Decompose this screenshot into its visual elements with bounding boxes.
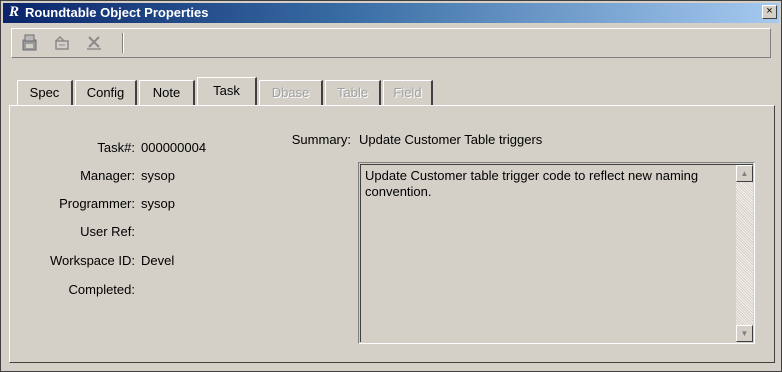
- manager-label: Manager:: [80, 168, 135, 183]
- toolbar: [11, 28, 771, 58]
- workspace-id-label: Workspace ID:: [49, 253, 135, 268]
- properties-window: R Roundtable Object Properties × Spec Co…: [0, 0, 782, 372]
- save-icon: [22, 34, 37, 51]
- tab-spec[interactable]: Spec: [17, 80, 73, 105]
- undo-icon: [55, 35, 69, 50]
- undo-button[interactable]: [52, 33, 72, 53]
- tab-dbase[interactable]: Dbase: [259, 80, 323, 105]
- vertical-scrollbar[interactable]: ▲ ▼: [736, 165, 753, 342]
- task-description-textarea[interactable]: Update Customer table trigger code to re…: [358, 162, 755, 344]
- scroll-down-button[interactable]: ▼: [736, 325, 753, 342]
- task-description-text: Update Customer table trigger code to re…: [365, 168, 699, 199]
- programmer-value: sysop: [141, 196, 175, 211]
- close-button[interactable]: ×: [762, 5, 777, 19]
- delete-icon: [87, 36, 101, 50]
- title-bar[interactable]: R Roundtable Object Properties ×: [3, 3, 779, 23]
- delete-button[interactable]: [84, 33, 104, 53]
- workspace-id-value: Devel: [141, 253, 175, 268]
- tab-note[interactable]: Note: [139, 80, 195, 105]
- tab-field[interactable]: Field: [383, 80, 433, 105]
- manager-value: sysop: [141, 168, 175, 183]
- summary-label: Summary:: [291, 132, 351, 147]
- task-number-value: 000000004: [141, 140, 207, 155]
- task-number-label: Task#:: [97, 140, 135, 155]
- app-logo-icon: R: [9, 4, 20, 20]
- summary-value: Update Customer Table triggers: [359, 132, 543, 147]
- toolbar-separator: [122, 33, 124, 53]
- tab-config[interactable]: Config: [75, 80, 137, 105]
- programmer-label: Programmer:: [59, 196, 135, 211]
- completed-label: Completed:: [68, 282, 135, 297]
- save-button[interactable]: [20, 33, 40, 53]
- tab-strip: Spec Config Note Task Dbase Table Field: [17, 77, 777, 106]
- textarea-inner: Update Customer table trigger code to re…: [360, 164, 753, 342]
- tab-task[interactable]: Task: [197, 77, 257, 105]
- scroll-up-button[interactable]: ▲: [736, 165, 753, 182]
- user-ref-label: User Ref:: [80, 224, 135, 239]
- window-title: Roundtable Object Properties: [25, 5, 209, 20]
- tab-table[interactable]: Table: [325, 80, 381, 105]
